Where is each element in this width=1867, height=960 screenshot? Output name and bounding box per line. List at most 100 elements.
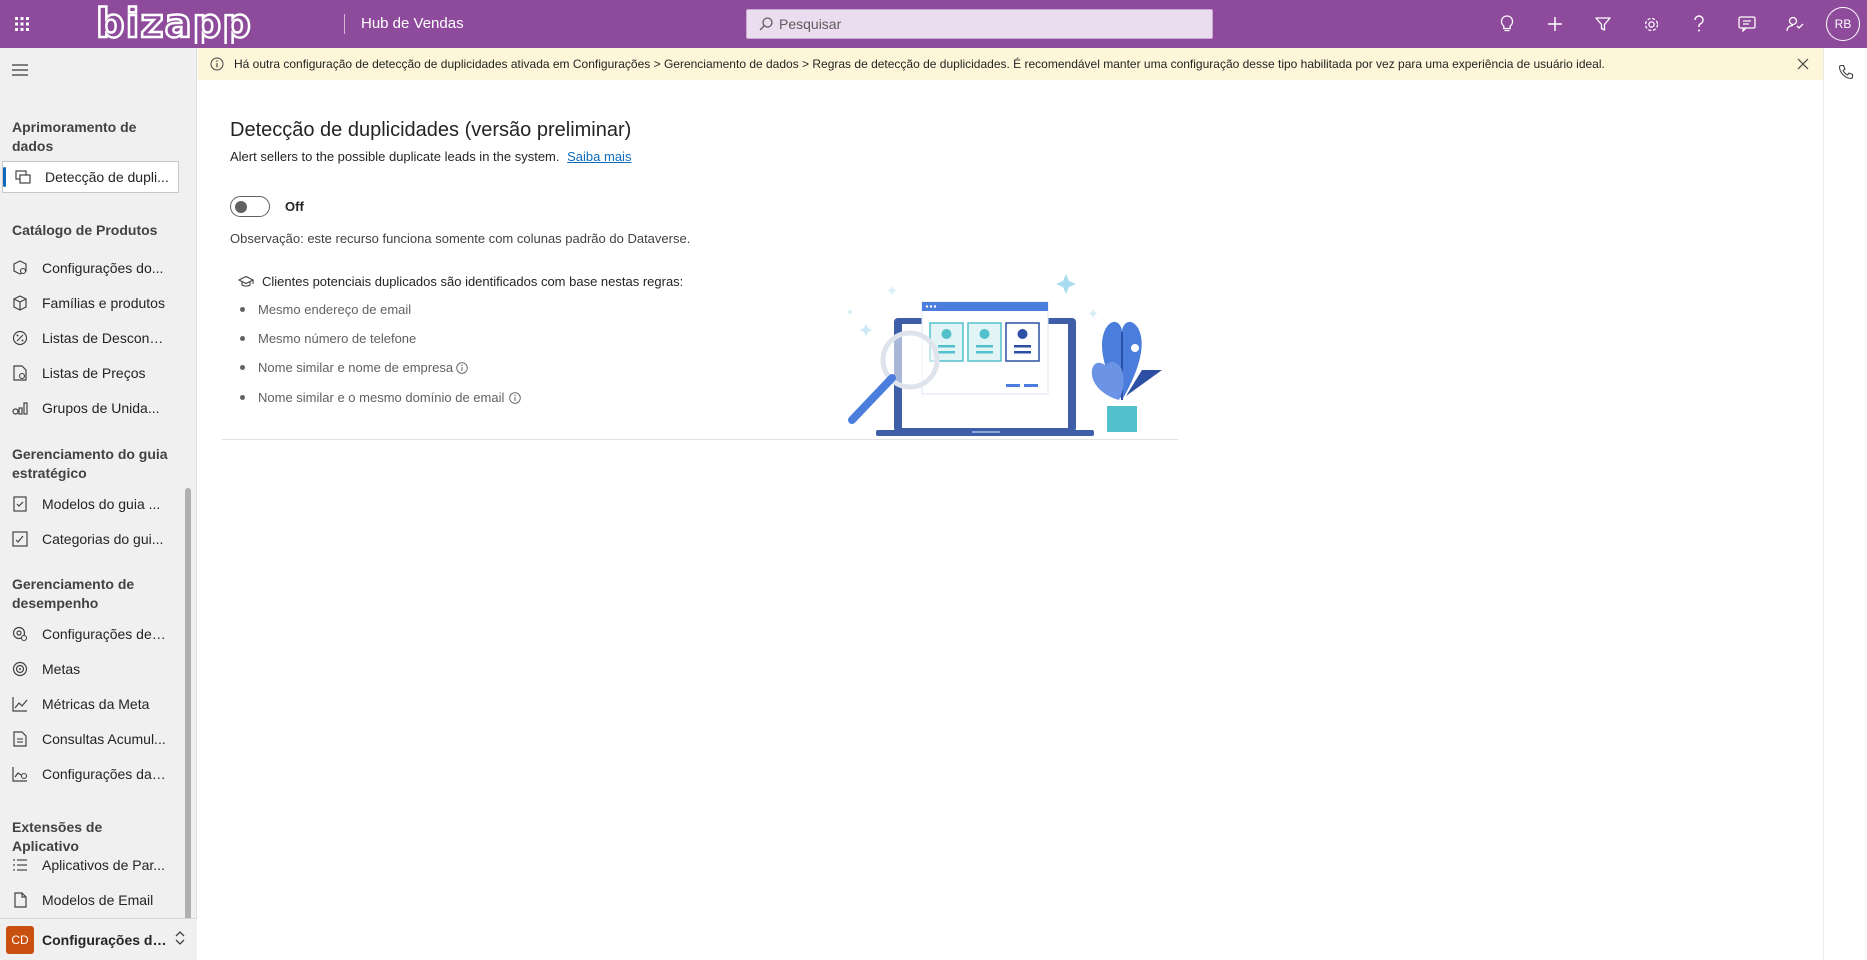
warning-banner: Há outra configuração de detecção de dup…: [198, 48, 1823, 80]
gear-icon[interactable]: [1627, 0, 1675, 48]
assist-icon[interactable]: [1771, 0, 1819, 48]
area-switcher[interactable]: CD Configurações do...: [0, 918, 197, 960]
toggle-state-label: Off: [285, 199, 304, 214]
sidebar-item-performance-settings[interactable]: Configurações de ...: [0, 618, 180, 650]
app-name[interactable]: Hub de Vendas: [361, 15, 464, 32]
list-item: Nome similar e nome de empresa: [240, 360, 468, 375]
hamburger-menu-icon[interactable]: [10, 60, 30, 80]
sidebar-item-label: Categorias do gui...: [42, 531, 164, 547]
group-title-playbook: Gerenciamento do guia estratégico: [12, 446, 168, 481]
search-placeholder: Pesquisar: [779, 16, 842, 32]
toggle-knob: [235, 201, 247, 213]
sidebar-item-label: Métricas da Meta: [42, 696, 150, 712]
app-launcher-icon[interactable]: [0, 0, 44, 48]
sidebar-item-label: Modelos do guia ...: [42, 496, 161, 512]
performance-settings-icon: [12, 626, 28, 642]
sidebar-item-duplicate-detection[interactable]: Detecção de dupli...: [2, 161, 179, 193]
filter-icon[interactable]: [1579, 0, 1627, 48]
graduation-cap-icon: [238, 275, 254, 289]
search-input[interactable]: Pesquisar: [746, 9, 1213, 39]
chart-line-icon: [12, 696, 28, 712]
phone-icon[interactable]: [1838, 64, 1854, 83]
sidebar-item-goal-metrics[interactable]: Métricas da Meta: [0, 688, 180, 720]
document-icon: [12, 892, 28, 908]
sidebar-item-partner-apps[interactable]: Aplicativos de Par...: [0, 849, 180, 881]
sidebar-item-label: Listas de Preços: [42, 365, 146, 381]
plus-icon[interactable]: [1531, 0, 1579, 48]
list-item: Nome similar e o mesmo domínio de email: [240, 390, 522, 405]
rule-text: Mesmo número de telefone: [258, 331, 417, 346]
unit-group-icon: [12, 400, 28, 416]
info-icon[interactable]: [509, 391, 522, 404]
sidebar-item-forecast-settings[interactable]: Configurações da ...: [0, 758, 180, 790]
rule-text: Nome similar e nome de empresa: [258, 360, 454, 375]
box-icon: [12, 295, 28, 311]
right-rail: [1823, 48, 1867, 960]
section-divider: [222, 439, 1178, 440]
forecast-settings-icon: [12, 766, 28, 782]
lightbulb-icon[interactable]: [1483, 0, 1531, 48]
rule-text: Nome similar e o mesmo domínio de email: [258, 390, 505, 405]
info-icon[interactable]: [456, 361, 468, 374]
sidebar-item-discount-lists[interactable]: Listas de Descontos: [0, 322, 180, 354]
group-title-product-catalog: Catálogo de Produtos: [12, 222, 158, 238]
subtitle-text: Alert sellers to the possible duplicate …: [230, 149, 560, 164]
area-label: Configurações do...: [42, 931, 172, 948]
dataverse-note: Observação: este recurso funciona soment…: [230, 231, 691, 246]
sidebar-item-label: Famílias e produtos: [42, 295, 165, 311]
price-list-icon: [12, 365, 28, 381]
sidebar-item-catalog-settings[interactable]: Configurações do...: [0, 252, 180, 284]
sidebar-item-email-templates[interactable]: Modelos de Email: [0, 884, 180, 916]
duplicate-detection-icon: [15, 169, 31, 185]
help-icon[interactable]: [1675, 0, 1723, 48]
list-icon: [12, 857, 28, 873]
list-item: Mesmo endereço de email: [240, 302, 411, 317]
sidebar-scrollbar[interactable]: [185, 488, 191, 956]
sidebar-item-label: Configurações da ...: [42, 766, 167, 782]
sidebar-item-price-lists[interactable]: Listas de Preços: [0, 357, 180, 389]
sidebar-item-families-products[interactable]: Famílias e produtos: [0, 287, 180, 319]
group-title-data-improvement: Aprimoramento de dados: [12, 119, 137, 154]
chat-icon[interactable]: [1723, 0, 1771, 48]
playbook-category-icon: [12, 531, 28, 547]
rule-text: Mesmo endereço de email: [258, 302, 412, 317]
chevron-up-down-icon: [174, 930, 186, 949]
top-bar: bizapp Hub de Vendas Pesquisar RB: [0, 0, 1867, 48]
user-avatar[interactable]: RB: [1826, 7, 1860, 41]
discount-icon: [12, 330, 28, 346]
sidebar-item-label: Aplicativos de Par...: [42, 857, 165, 873]
info-icon: [210, 57, 224, 71]
list-item: Mesmo número de telefone: [240, 331, 416, 346]
sidebar-item-unit-groups[interactable]: Grupos de Unida...: [0, 392, 180, 424]
sidebar-item-playbook-templates[interactable]: Modelos do guia ...: [0, 488, 180, 520]
sidebar-item-label: Modelos de Email: [42, 892, 154, 908]
learn-more-link[interactable]: Saiba mais: [567, 149, 631, 164]
target-icon: [12, 661, 28, 677]
rules-heading-text: Clientes potenciais duplicados são ident…: [262, 274, 684, 289]
header-divider: [344, 14, 345, 34]
sidebar-item-label: Metas: [42, 661, 81, 677]
sidebar-item-rollup-queries[interactable]: Consultas Acumul...: [0, 723, 180, 755]
rollup-query-icon: [12, 731, 28, 747]
sidebar-item-label: Listas de Descontos: [42, 330, 167, 346]
sidebar-item-label: Configurações de ...: [42, 626, 167, 642]
playbook-template-icon: [12, 496, 28, 512]
sidebar-item-label: Grupos de Unida...: [42, 400, 160, 416]
rules-heading: Clientes potenciais duplicados são ident…: [238, 274, 683, 289]
page-title: Detecção de duplicidades (versão prelimi…: [230, 119, 632, 141]
area-badge: CD: [6, 925, 34, 954]
group-title-performance: Gerenciamento de desempenho: [12, 576, 135, 611]
svg-text:bizapp: bizapp: [96, 4, 252, 44]
settings-catalog-icon: [12, 260, 28, 276]
search-icon: [759, 17, 773, 31]
bizapp-logo[interactable]: bizapp: [94, 0, 294, 48]
duplicate-detection-illustration: [836, 266, 1176, 442]
close-icon[interactable]: [1795, 56, 1811, 72]
sidebar-item-goals[interactable]: Metas: [0, 653, 180, 685]
sidebar-item-playbook-categories[interactable]: Categorias do gui...: [0, 523, 180, 555]
duplicate-detection-toggle[interactable]: [230, 196, 270, 217]
sidebar-item-label: Consultas Acumul...: [42, 731, 166, 747]
banner-message: Há outra configuração de detecção de dup…: [234, 57, 1605, 71]
sidebar-item-label: Configurações do...: [42, 260, 164, 276]
sidebar-item-label: Detecção de dupli...: [45, 169, 169, 185]
